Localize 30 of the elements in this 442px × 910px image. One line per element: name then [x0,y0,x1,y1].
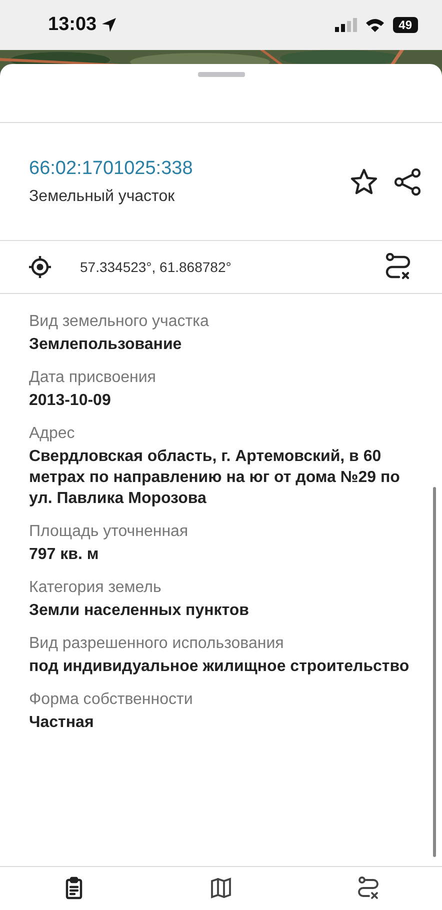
star-icon[interactable] [350,168,378,196]
field-label: Адрес [29,424,76,444]
route-icon[interactable] [384,253,412,281]
field-value: Частная [29,713,95,733]
field-value: 2013-10-09 [29,391,112,411]
location-arrow-icon [100,17,117,33]
target-icon[interactable] [28,255,52,279]
field-label: Вид разрешенного использования [29,634,285,654]
scrollbar[interactable] [433,487,436,857]
field-value: Землепользование [29,335,183,355]
field-label: Вид земельного участка [29,312,210,332]
field-label: Площадь уточненная [29,522,190,542]
field-label: Форма собственности [29,690,194,710]
field-label: Категория земель [29,578,162,598]
coordinates-text: 57.334523°, 61.868782° [80,259,232,275]
object-type: Земельный участок [29,188,176,206]
cadastral-number: 66:02:1701025:338 [29,158,194,180]
field-value: Свердловская область, г. Артемовский, в 60 метрах по направлению на юг от дома №29 по ул. Павлика Морозова [29,447,401,509]
drag-handle[interactable] [198,72,244,77]
field-value: 797 кв. м [29,545,100,565]
map-icon[interactable] [208,876,233,900]
battery-icon: 49 [392,17,418,33]
field-value: Земли населенных пунктов [29,601,250,621]
status-time: 13:03 [48,14,97,36]
field-value: под индивидуальное жилищное строительство [29,657,410,677]
route-icon[interactable] [356,876,380,900]
wifi-icon [364,18,385,32]
field-label: Дата присвоения [29,368,157,388]
signal-icon [334,18,357,32]
share-icon[interactable] [394,168,422,196]
